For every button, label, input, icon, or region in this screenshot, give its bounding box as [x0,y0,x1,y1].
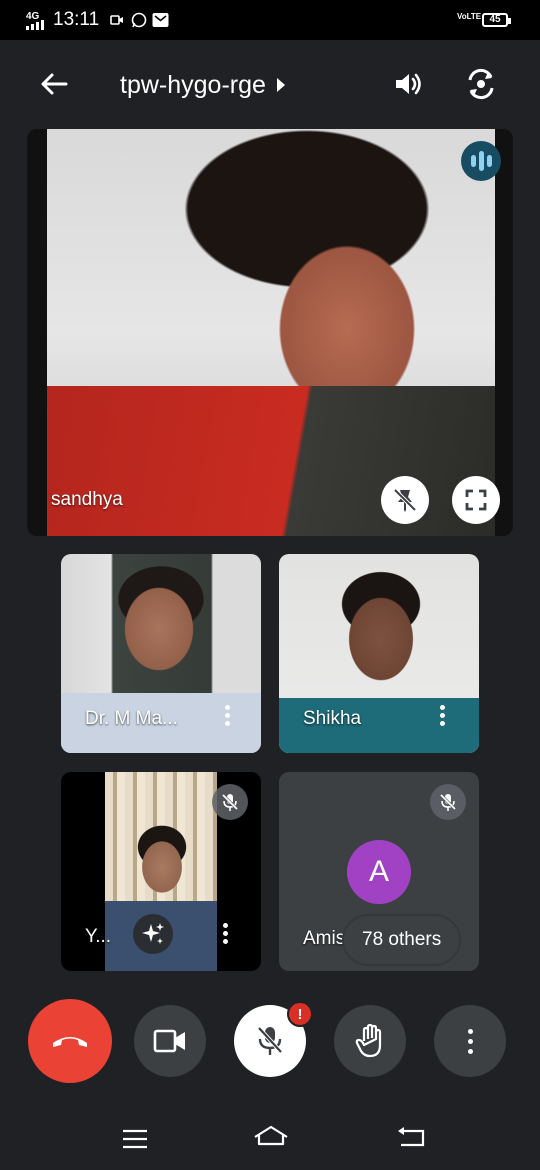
others-count-button[interactable]: 78 others [344,916,460,964]
more-options-button[interactable] [434,1005,506,1077]
gmail-icon [152,13,169,27]
mic-off-icon [439,793,457,811]
fullscreen-button[interactable] [452,476,500,524]
participant-options-icon[interactable] [219,923,231,949]
home-icon[interactable] [252,1124,290,1148]
end-call-icon [53,1037,87,1047]
muted-badge [212,784,248,820]
avatar: A [347,840,411,904]
signal-icon [26,20,44,30]
main-participant-tile[interactable]: sandhya [27,129,513,536]
participant-tile[interactable]: Dr. M Ma... [61,554,261,753]
mic-alert-badge: ! [287,1001,313,1027]
camera-switch-icon [468,68,494,100]
unpin-icon [393,488,417,512]
sparkle-icon [142,923,164,944]
effects-button[interactable] [133,914,173,954]
end-call-button[interactable] [28,999,112,1083]
muted-badge [430,784,466,820]
mic-off-icon [221,793,239,811]
clock: 13:11 [53,9,100,30]
participant-options-icon[interactable] [221,705,233,731]
video-camera-icon [153,1029,185,1053]
back-button[interactable] [34,64,74,104]
switch-camera-button[interactable] [459,62,503,106]
whatsapp-icon [131,12,147,28]
participant-name: Y... [85,926,112,947]
participant-tile[interactable]: Y... [61,772,261,971]
volte-indicator: VoLTE [457,12,482,21]
unpin-button[interactable] [381,476,429,524]
camera-toggle-button[interactable] [134,1005,206,1077]
arrow-left-icon [41,73,68,95]
status-bar: 4G 13:11 VoLTE 45 [0,0,540,40]
raise-hand-button[interactable] [334,1005,406,1077]
participant-video [47,129,495,536]
volume-icon [396,73,421,95]
meeting-code: tpw-hygo-rge [120,70,266,99]
meeting-title-button[interactable]: tpw-hygo-rge [120,68,286,102]
more-vert-icon [467,1028,473,1054]
recent-apps-icon[interactable] [120,1128,150,1150]
chevron-right-icon [276,78,285,92]
participant-options-icon[interactable] [436,705,448,731]
raise-hand-icon [355,1024,382,1058]
speaker-button[interactable] [386,64,430,104]
video-status-icon [110,15,123,25]
participant-name: sandhya [51,489,123,510]
participant-name: Shikha [303,708,362,729]
battery-icon: 45 [482,13,511,27]
fullscreen-icon [465,489,487,511]
system-nav-bar [0,1100,540,1170]
audio-bars-icon [461,141,501,181]
participant-name: Dr. M Ma... [85,708,178,729]
participant-tile[interactable]: Shikha [279,554,479,753]
back-nav-icon[interactable] [396,1126,428,1148]
mic-off-icon [257,1026,283,1055]
